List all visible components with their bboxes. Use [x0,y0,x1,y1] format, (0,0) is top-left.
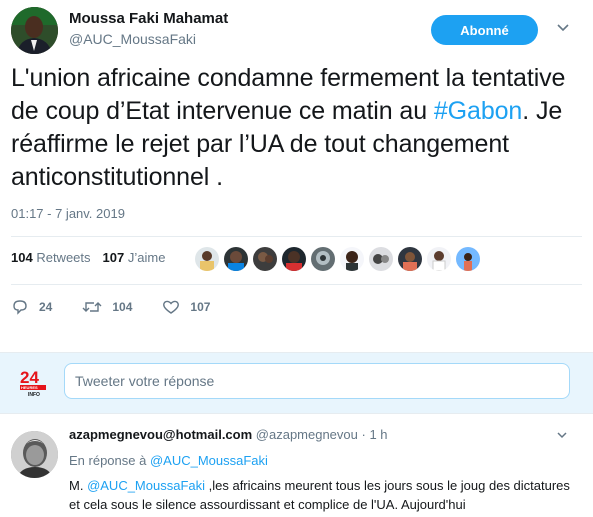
like-action[interactable]: 107 [162,298,210,316]
main-tweet: Moussa Faki Mahamat @AUC_MoussaFaki Abon… [0,0,593,352]
tweet-text: L'union africaine condamne fermement la … [11,62,581,194]
chevron-down-icon[interactable] [553,20,573,40]
current-user-avatar[interactable]: 24 HEURES INFO [17,366,49,398]
reply-count: 24 [39,300,53,314]
reply-author-name[interactable]: azapmegnevou@hotmail.com [69,427,252,442]
liker-avatar[interactable] [398,247,422,271]
tweet-timestamp[interactable]: 01:17 - 7 janv. 2019 [11,206,125,221]
liker-avatar[interactable] [253,247,277,271]
likes-label: J’aime [127,250,166,265]
replying-to-mention[interactable]: @AUC_MoussaFaki [150,453,268,468]
likes-stat[interactable]: 107 J’aime [103,250,166,265]
reply-action[interactable]: 24 [11,298,52,316]
liker-avatar[interactable] [369,247,393,271]
likes-count: 107 [102,250,125,265]
reply-header: azapmegnevou@hotmail.com @azapmegnevou ·… [69,427,388,442]
liker-avatar[interactable] [311,247,335,271]
divider [11,284,582,285]
reply-tweet: azapmegnevou@hotmail.com @azapmegnevou ·… [0,414,593,517]
chevron-down-icon[interactable] [556,429,568,444]
follow-button[interactable]: Abonné [431,15,538,45]
reply-time[interactable]: · 1 h [362,427,388,442]
retweets-stat[interactable]: 104 Retweets [11,250,91,265]
reply-author-avatar[interactable] [11,431,58,478]
liker-avatar[interactable] [224,247,248,271]
retweets-label: Retweets [36,250,91,265]
author-handle[interactable]: @AUC_MoussaFaki [69,31,196,47]
liker-avatar[interactable] [195,247,219,271]
retweets-count: 104 [11,250,33,265]
hashtag-link[interactable]: #Gabon [434,97,522,125]
reply-text: M. @AUC_MoussaFaki ,les africains meuren… [69,476,581,514]
tweet-stats: 104 Retweets 107 J’aime [11,250,165,265]
replying-to-prefix: En réponse à [69,453,147,468]
liker-avatar[interactable] [282,247,306,271]
like-count: 107 [190,300,211,314]
reply-composer: 24 HEURES INFO Tweeter votre réponse [0,352,593,414]
retweet-count: 104 [112,300,133,314]
reply-author-handle[interactable]: @azapmegnevou [256,427,358,442]
author-name[interactable]: Moussa Faki Mahamat [69,10,228,27]
liker-avatar[interactable] [427,247,451,271]
reply-body-prefix: M. [69,478,88,493]
divider [11,236,582,237]
author-avatar[interactable] [11,7,58,54]
likers-avatars [195,247,480,271]
retweet-icon [82,302,102,312]
reply-input[interactable]: Tweeter votre réponse [64,363,570,399]
tweet-actions: 24 104 107 [11,298,240,316]
retweet-action[interactable]: 104 [82,298,132,316]
liker-avatar[interactable] [340,247,364,271]
heart-icon [163,300,180,314]
reply-body-mention[interactable]: @AUC_MoussaFaki [87,478,205,493]
svg-text:INFO: INFO [28,392,40,398]
svg-text:HEURES: HEURES [21,385,38,390]
reply-icon [13,300,27,315]
replying-to: En réponse à @AUC_MoussaFaki [69,453,268,468]
liker-avatar[interactable] [456,247,480,271]
